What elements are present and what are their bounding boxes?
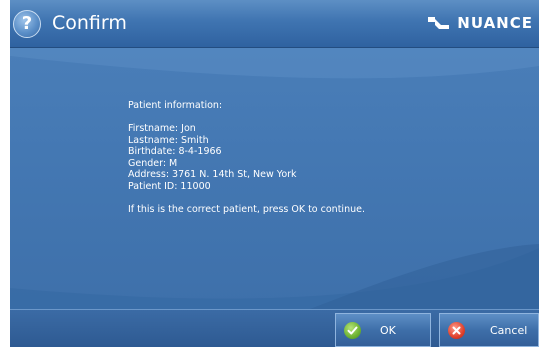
nuance-logo-icon xyxy=(428,17,450,29)
info-field-lastname: Lastname: Smith xyxy=(128,134,209,146)
cancel-button[interactable]: Cancel xyxy=(439,313,539,347)
help-icon[interactable]: ? xyxy=(13,10,41,38)
dialog-title: Confirm xyxy=(52,12,127,34)
info-heading: Patient information: xyxy=(128,100,223,111)
close-icon xyxy=(448,322,465,339)
brand-name: NUANCE xyxy=(457,14,533,32)
content-panel: Patient information: Firstname: Jon Last… xyxy=(10,48,539,309)
info-field-patient-id: Patient ID: 11000 xyxy=(128,180,211,192)
ok-button[interactable]: OK xyxy=(335,313,431,347)
patient-info: Patient information: Firstname: Jon Last… xyxy=(128,100,365,215)
brand-logo: NUANCE xyxy=(427,12,533,34)
info-field-gender: Gender: M xyxy=(128,157,178,169)
info-field-firstname: Firstname: Jon xyxy=(128,123,196,134)
check-icon xyxy=(344,322,361,339)
confirm-prompt: If this is the correct patient, press OK… xyxy=(128,203,365,215)
info-field-address: Address: 3761 N. 14th St, New York xyxy=(128,169,297,180)
info-field-birthdate: Birthdate: 8-4-1966 xyxy=(128,146,222,157)
confirm-dialog: ? Confirm NUANCE Patient information: Fi… xyxy=(0,0,539,347)
button-bar: OK Cancel xyxy=(10,309,539,347)
title-bar: ? Confirm NUANCE xyxy=(10,0,539,48)
ok-button-label: OK xyxy=(380,324,396,337)
cancel-button-label: Cancel xyxy=(490,324,528,337)
